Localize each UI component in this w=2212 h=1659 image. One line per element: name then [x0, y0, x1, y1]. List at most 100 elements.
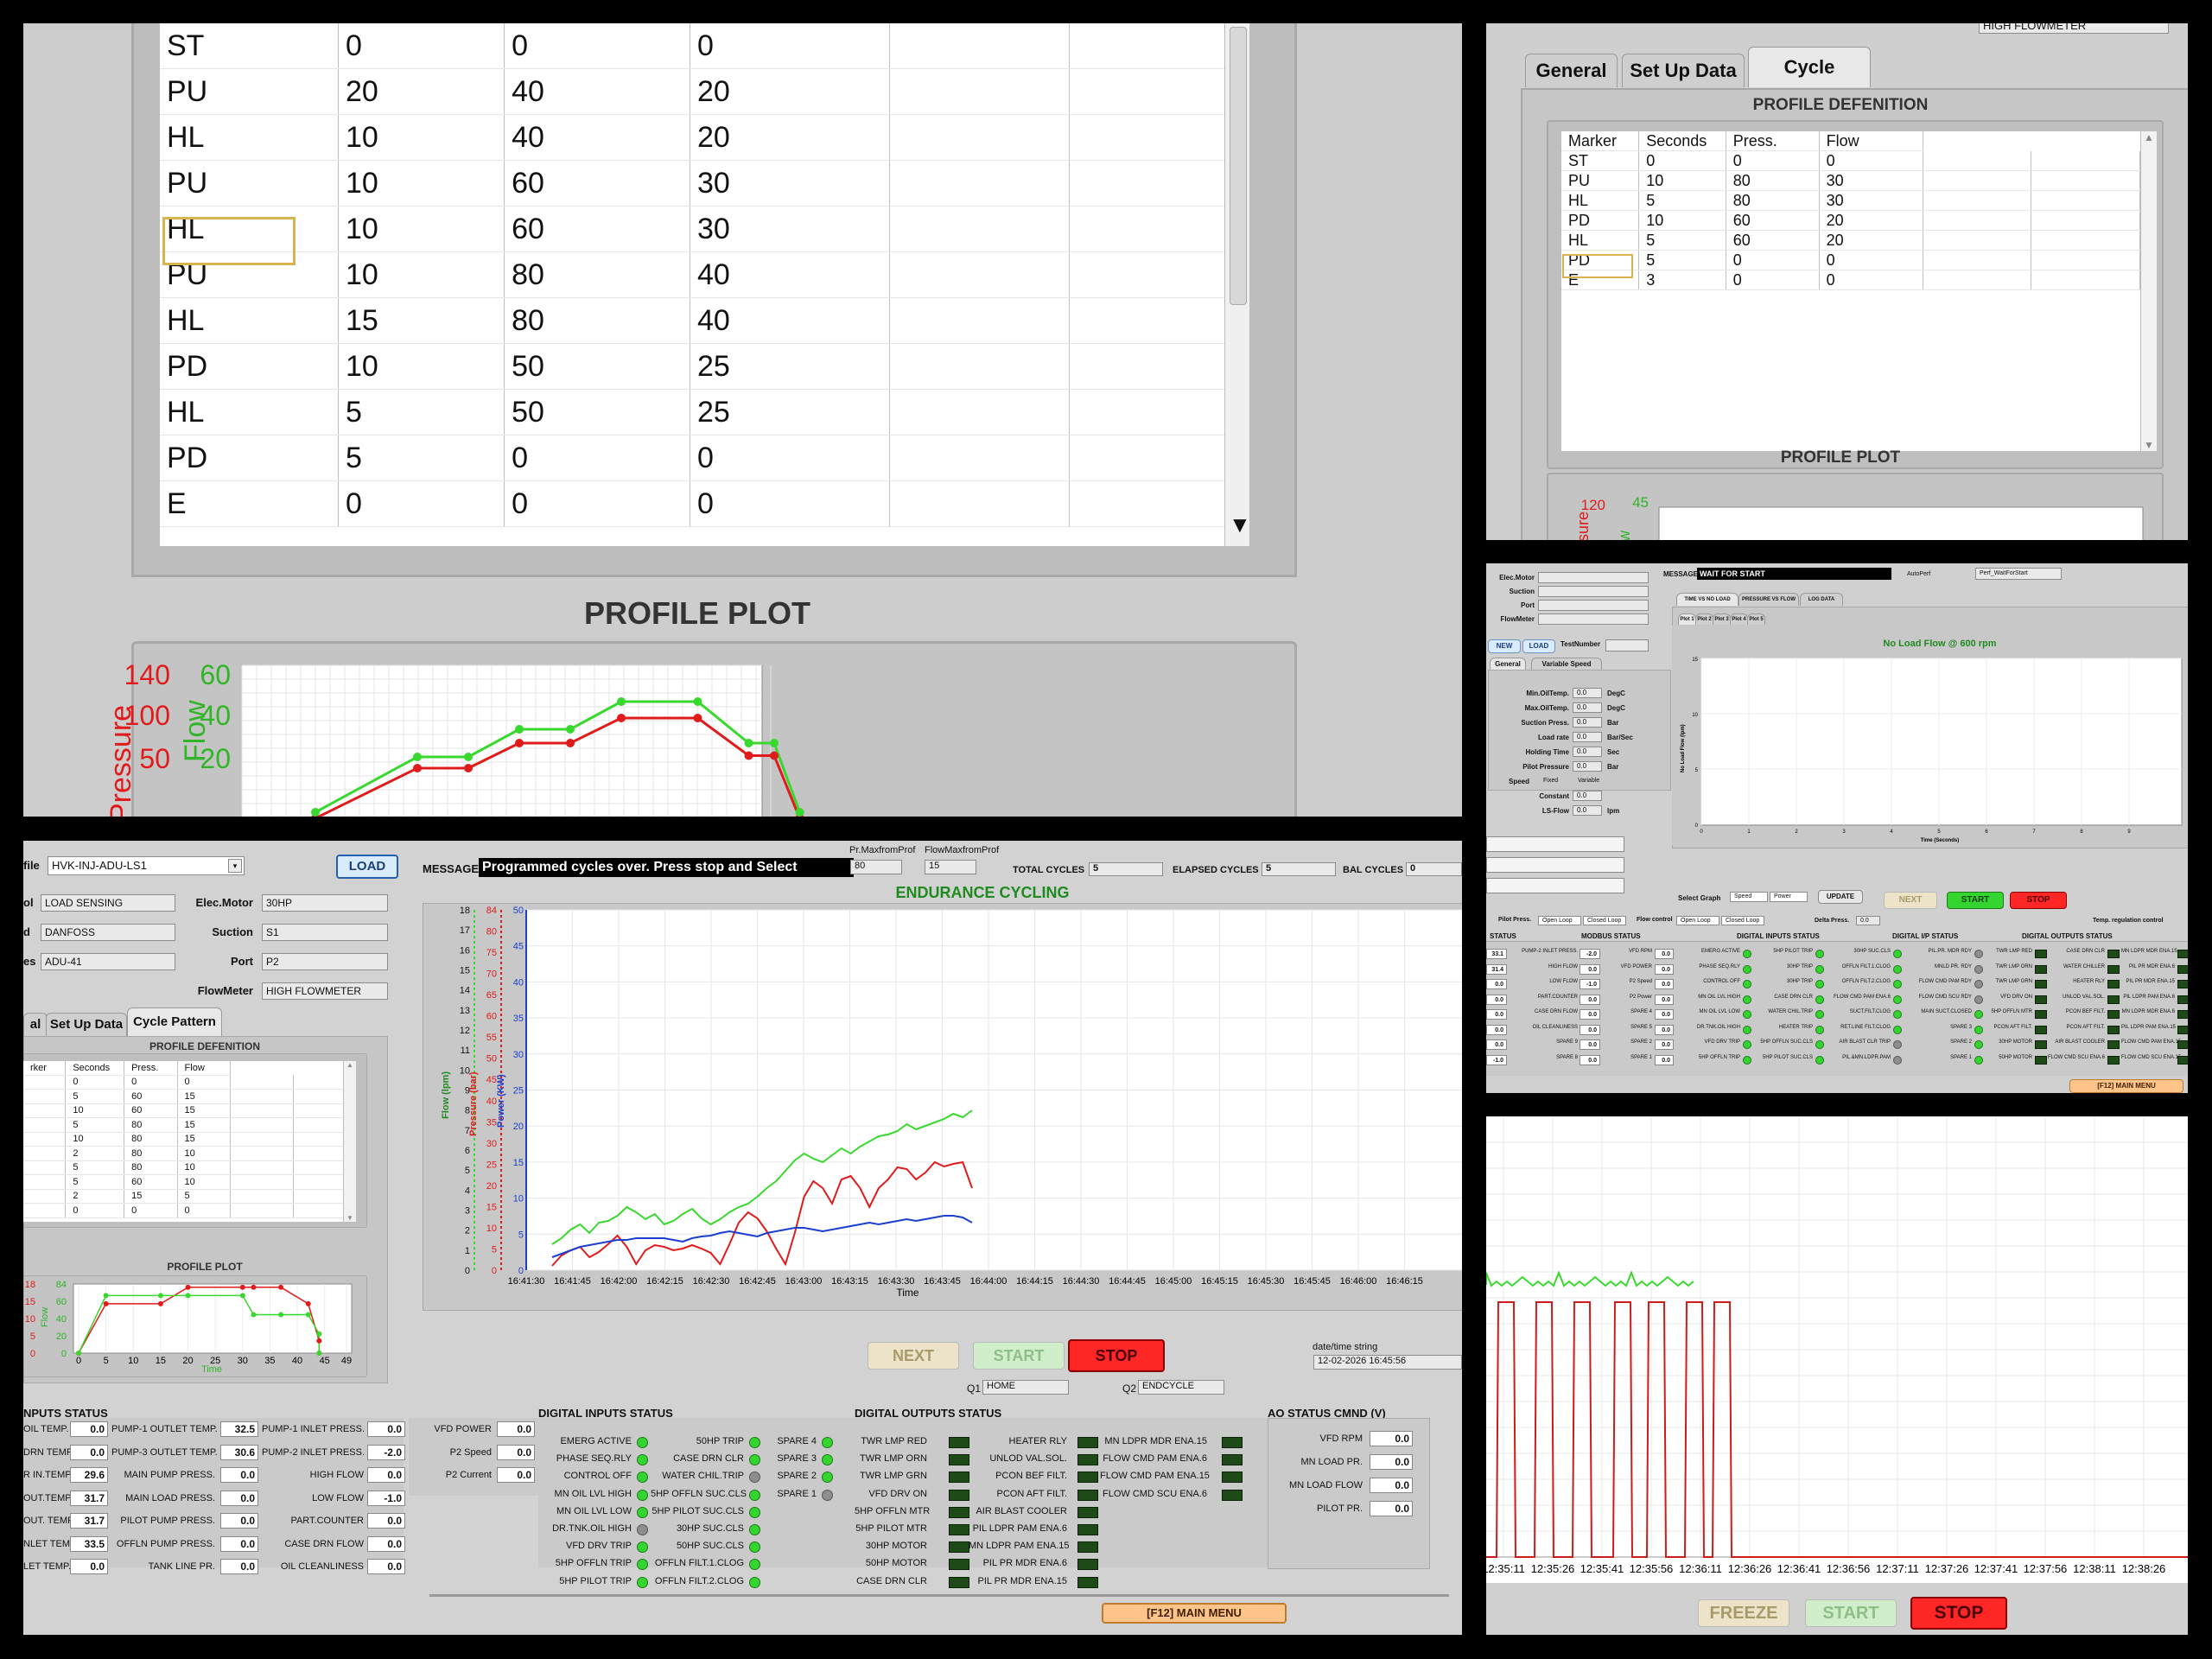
table-cell[interactable]: 0	[1726, 150, 1820, 171]
table-cell[interactable]: 10	[1638, 210, 1726, 231]
tab[interactable]: General	[1490, 658, 1526, 671]
freeze-button[interactable]: FREEZE	[1698, 1599, 1789, 1627]
table-cell[interactable]	[889, 389, 1070, 435]
table-cell[interactable]	[2031, 150, 2140, 171]
table-cell[interactable]: 15	[177, 1089, 232, 1104]
param-value[interactable]: 0.0	[1573, 761, 1602, 772]
data-table[interactable]: rker Seconds Press. Flow 0 0 0 5 60 15 10 60 15 5 80 15…	[23, 1061, 357, 1218]
table-cell[interactable]	[23, 1089, 67, 1104]
table-cell[interactable]	[23, 1146, 67, 1161]
start-button[interactable]: START	[1805, 1599, 1897, 1627]
field-value[interactable]: ADU-41	[41, 953, 175, 970]
table-cell[interactable]: 80	[504, 297, 690, 344]
blank-field[interactable]	[1486, 836, 1624, 852]
table-cell[interactable]	[230, 1203, 294, 1218]
table-cell[interactable]	[230, 1146, 294, 1161]
table-row[interactable]: 5 60 10	[23, 1174, 357, 1190]
tab-set-up-data[interactable]: Set Up Data	[1622, 54, 1745, 87]
table-cell[interactable]: 10	[65, 1103, 125, 1118]
data-table[interactable]: ST 0 0 0 PU 20 40 20 HL 10 40 20 PU 10 60 30 HL 10 60 30 PU 1…	[160, 23, 1249, 527]
table-cell[interactable]	[230, 1075, 294, 1090]
table-cell[interactable]	[1069, 251, 1249, 298]
tab[interactable]: Variable Speed	[1531, 658, 1602, 671]
stop-button[interactable]: STOP	[2010, 892, 2067, 909]
table-cell[interactable]: 10	[1638, 170, 1726, 191]
table-cell[interactable]: E	[160, 480, 339, 527]
table-row[interactable]: PU 10 80 40	[160, 251, 1249, 298]
table-cell[interactable]	[23, 1117, 67, 1133]
table-cell[interactable]: 80	[124, 1160, 178, 1175]
table-cell[interactable]	[889, 206, 1070, 252]
table-row[interactable]: HL 5 60 20	[1561, 230, 2140, 251]
table-cell[interactable]	[1069, 297, 1249, 344]
field-3[interactable]	[1538, 613, 1649, 625]
table-row[interactable]: 000	[23, 1203, 357, 1218]
table-row[interactable]: 5 80 10	[23, 1160, 357, 1175]
table-cell[interactable]: HL	[160, 389, 339, 435]
table-cell[interactable]: 50	[504, 389, 690, 435]
table-row[interactable]: ST 0 0 0	[1561, 150, 2140, 171]
table-cell[interactable]: PU	[1561, 170, 1640, 191]
elapsed-cycles-field[interactable]: 5	[1262, 862, 1336, 876]
stop-button[interactable]: STOP	[1910, 1597, 2007, 1630]
table-cell[interactable]: 5	[65, 1160, 125, 1175]
table-row[interactable]: 5 60 15	[23, 1089, 357, 1104]
table-cell[interactable]: HL	[160, 297, 339, 344]
table-cell[interactable]: 80	[1726, 190, 1820, 211]
table-row[interactable]: 2 80 10	[23, 1146, 357, 1161]
bottom-scrollbar[interactable]	[429, 1594, 1449, 1597]
table-cell[interactable]: 5	[177, 1189, 232, 1204]
start-button[interactable]: START	[973, 1342, 1065, 1370]
bal-cycles-field[interactable]: 0	[1406, 862, 1462, 876]
table-cell[interactable]: 10	[177, 1160, 232, 1175]
table-cell[interactable]: 40	[690, 297, 891, 344]
table-cell[interactable]: 40	[504, 68, 690, 115]
table-cell[interactable]: HL	[1561, 190, 1640, 211]
table-cell[interactable]	[230, 1089, 294, 1104]
table-cell[interactable]: 80	[124, 1146, 178, 1161]
table-cell[interactable]: 20	[690, 114, 891, 161]
profile-table-zoom[interactable]: ST 0 0 0 PU 20 40 20 HL 10 40 20 PU 10 60 30 HL 10 60 30 PU 1…	[160, 23, 1249, 546]
graph-option[interactable]: Power	[1770, 892, 1808, 902]
param-value[interactable]: 0.0	[1573, 747, 1602, 757]
table-cell[interactable]	[230, 1189, 294, 1204]
field-2[interactable]	[1538, 600, 1649, 611]
blank-field[interactable]	[1486, 878, 1624, 893]
table-cell[interactable]: 60	[1726, 230, 1820, 251]
stop-button[interactable]: STOP	[1068, 1339, 1165, 1372]
plot-tab[interactable]: Plot 1	[1678, 613, 1696, 625]
constant-value[interactable]: 0.0	[1573, 791, 1602, 801]
table-row[interactable]: HL 15 80 40	[160, 297, 1249, 344]
table-row[interactable]: PD 10 60 20	[1561, 210, 2140, 231]
table-scrollbar[interactable]: ▲ ▼	[343, 1061, 356, 1222]
table-row[interactable]: E000	[160, 480, 1249, 527]
total-cycles-field[interactable]: 5	[1089, 862, 1163, 876]
update-button[interactable]: UPDATE	[1818, 890, 1863, 904]
table-cell[interactable]	[23, 1174, 67, 1190]
speed-option[interactable]: Variable	[1578, 778, 1599, 784]
pilot-loop-option[interactable]: Closed Loop	[1583, 916, 1626, 925]
table-cell[interactable]: 25	[690, 343, 891, 390]
table-cell[interactable]	[23, 1075, 67, 1090]
table-cell[interactable]	[1069, 114, 1249, 161]
table-cell[interactable]: 3	[1638, 270, 1726, 290]
field-value[interactable]: S1	[262, 924, 388, 941]
table-row[interactable]: PD 10 50 25	[160, 343, 1249, 390]
table-cell[interactable]: 0	[1819, 150, 1923, 171]
load-button[interactable]: LOAD	[336, 855, 398, 879]
table-cell[interactable]	[1069, 23, 1249, 69]
table-cell[interactable]	[1069, 68, 1249, 115]
table-cell[interactable]: ST	[1561, 150, 1640, 171]
table-cell[interactable]	[889, 480, 1070, 527]
table-cell[interactable]	[2031, 210, 2140, 231]
test-number-field[interactable]	[1605, 639, 1649, 652]
start-button[interactable]: START	[1947, 892, 2004, 909]
table-cell[interactable]	[23, 1203, 67, 1218]
blank-field[interactable]	[1486, 857, 1624, 873]
table-cell[interactable]: 10	[338, 251, 505, 298]
table-row[interactable]: HL 10 40 20	[160, 114, 1249, 161]
table-cell[interactable]: 15	[177, 1132, 232, 1147]
table-cell[interactable]: 0	[1819, 270, 1923, 290]
table-row[interactable]: PD 5 0 0	[160, 435, 1249, 481]
table-cell[interactable]	[889, 435, 1070, 481]
